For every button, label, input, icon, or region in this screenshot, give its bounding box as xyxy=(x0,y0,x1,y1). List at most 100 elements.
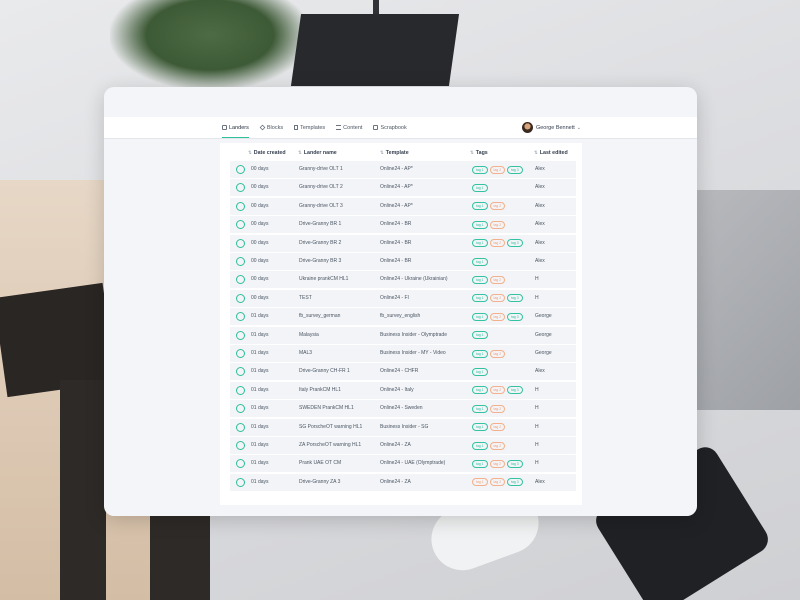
lander-name[interactable]: ZA PorscheOT warning HL1 xyxy=(299,437,361,454)
status-circle-icon[interactable] xyxy=(236,183,245,193)
tag-badge[interactable]: tag 1 xyxy=(472,220,488,229)
tag-badge[interactable]: tag 3 xyxy=(507,239,523,248)
tag-badge[interactable]: tag 3 xyxy=(507,312,523,321)
table-row[interactable]: 00 days Drive-Granny BR 2 Online24 - BR Ale… xyxy=(230,234,576,252)
status-circle-icon[interactable] xyxy=(236,422,245,432)
status-circle-icon[interactable] xyxy=(236,312,245,322)
table-row[interactable]: 00 days Ukraine prankCM HL1 Online24 - Ukr… xyxy=(230,271,576,289)
table-row[interactable]: 01 days SG PorscheOT warning HL1 Business … xyxy=(230,418,576,436)
tag-badge[interactable]: tag 1 xyxy=(472,183,488,192)
tag-badge[interactable]: tag 3 xyxy=(507,165,523,174)
tag-badge[interactable]: tag 2 xyxy=(489,312,506,321)
tag-badge[interactable]: tag 3 xyxy=(507,386,523,395)
table-row[interactable]: 00 days Drive-Granny BR 1 Online24 - BR Ale… xyxy=(230,216,576,234)
lander-name[interactable]: SWEDEN PrankCM HL1 xyxy=(299,400,354,417)
user-menu[interactable]: George Bennett ⌄ xyxy=(521,117,581,138)
status-circle-icon[interactable] xyxy=(236,349,245,358)
lander-name[interactable]: MAL3 xyxy=(299,345,312,362)
tag-badge[interactable]: tag 2 xyxy=(489,202,506,211)
tag-badge[interactable]: tag 2 xyxy=(489,478,506,487)
lander-name[interactable]: Malaysia xyxy=(299,327,319,344)
status-circle-icon[interactable] xyxy=(236,367,245,377)
tag-badge[interactable]: tag 1 xyxy=(472,165,488,174)
tag-badge[interactable]: tag 1 xyxy=(472,294,488,303)
lander-name[interactable]: Granny-drive OLT 3 xyxy=(299,198,343,215)
tag-badge[interactable]: tag 1 xyxy=(472,478,488,487)
table-row[interactable]: 00 days Granny-drive OLT 2 Online24 - AP* A… xyxy=(230,179,576,197)
status-circle-icon[interactable] xyxy=(236,257,245,266)
tag-badge[interactable]: tag 1 xyxy=(472,275,488,284)
tag-badge[interactable]: tag 2 xyxy=(489,404,506,413)
status-circle-icon[interactable] xyxy=(236,385,245,395)
tag-badge[interactable]: tag 2 xyxy=(489,239,506,248)
tag-badge[interactable]: tag 2 xyxy=(489,294,506,303)
column-last-edited[interactable]: ⇅ Last edited xyxy=(534,150,568,156)
lander-name[interactable]: Drive-Granny ZA 3 xyxy=(299,474,340,491)
column-template[interactable]: ⇅ Template xyxy=(380,150,409,156)
tag-badge[interactable]: tag 3 xyxy=(507,294,523,303)
tag-badge[interactable]: tag 3 xyxy=(507,478,523,487)
status-circle-icon[interactable] xyxy=(236,165,245,174)
tag-badge[interactable]: tag 1 xyxy=(472,404,488,413)
tag-badge[interactable]: tag 2 xyxy=(489,349,506,358)
tag-badge[interactable]: tag 1 xyxy=(472,423,488,432)
status-circle-icon[interactable] xyxy=(236,275,245,285)
lander-name[interactable]: SG PorscheOT warning HL1 xyxy=(299,419,362,436)
table-row[interactable]: 01 days Drive-Granny ZA 3 Online24 - ZA Ale… xyxy=(230,473,576,491)
lander-name[interactable]: TEST xyxy=(299,290,312,307)
tab-content[interactable]: Content xyxy=(336,117,362,138)
tag-badge[interactable]: tag 1 xyxy=(472,331,488,340)
table-row[interactable]: 01 days Drive-Granny CH-FR 1 Online24 - CH… xyxy=(230,363,576,381)
tag-badge[interactable]: tag 1 xyxy=(472,239,488,248)
tab-scrapbook[interactable]: Scrapbook xyxy=(373,117,407,138)
lander-name[interactable]: Ukraine prankCM HL1 xyxy=(299,271,348,288)
tag-badge[interactable]: tag 1 xyxy=(472,202,488,211)
status-circle-icon[interactable] xyxy=(236,220,245,230)
tag-badge[interactable]: tag 3 xyxy=(507,459,523,468)
tag-badge[interactable]: tag 1 xyxy=(472,367,488,376)
lander-name[interactable]: Italy PrankCM HL1 xyxy=(299,382,341,399)
tag-badge[interactable]: tag 2 xyxy=(489,441,506,450)
lander-name[interactable]: Drive-Granny BR 2 xyxy=(299,235,341,252)
tag-badge[interactable]: tag 2 xyxy=(489,386,506,395)
table-row[interactable]: 01 days Prank UAE OT CM Online24 - UAE (Ol… xyxy=(230,455,576,473)
tab-landers[interactable]: Landers xyxy=(222,117,249,138)
lander-name[interactable]: Drive-Granny CH-FR 1 xyxy=(299,363,350,380)
column-tags[interactable]: ⇅ Tags xyxy=(470,150,488,156)
lander-name[interactable]: Granny-drive OLT 1 xyxy=(299,161,343,178)
status-circle-icon[interactable] xyxy=(236,477,245,487)
tag-badge[interactable]: tag 2 xyxy=(489,423,506,432)
table-row[interactable]: 01 days SWEDEN PrankCM HL1 Online24 - Swed… xyxy=(230,400,576,418)
tag-badge[interactable]: tag 1 xyxy=(472,386,488,395)
lander-name[interactable]: Prank UAE OT CM xyxy=(299,455,341,472)
table-row[interactable]: 01 days fb_survey_german fb_survey_english… xyxy=(230,308,576,326)
tag-badge[interactable]: tag 1 xyxy=(472,459,488,468)
column-date-created[interactable]: ⇅ Date created xyxy=(248,150,286,156)
tag-badge[interactable]: tag 1 xyxy=(472,312,488,321)
lander-name[interactable]: fb_survey_german xyxy=(299,308,340,325)
table-row[interactable]: 01 days MAL3 Business Insider - MY - Video… xyxy=(230,345,576,362)
status-circle-icon[interactable] xyxy=(236,459,245,469)
lander-name[interactable]: Drive-Granny BR 1 xyxy=(299,216,341,233)
table-row[interactable]: 00 days TEST Online24 - FI Htag 1 tag 2 tag 3 xyxy=(230,289,576,307)
table-row[interactable]: 00 days Drive-Granny BR 3 Online24 - BR Ale… xyxy=(230,253,576,270)
tag-badge[interactable]: tag 2 xyxy=(489,165,506,174)
status-circle-icon[interactable] xyxy=(236,404,245,414)
table-row[interactable]: 00 days Granny-drive OLT 1 Online24 - AP* A… xyxy=(230,161,576,178)
status-circle-icon[interactable] xyxy=(236,330,245,340)
status-circle-icon[interactable] xyxy=(236,441,245,450)
status-circle-icon[interactable] xyxy=(236,201,245,211)
column-lander-name[interactable]: ⇅ Lander name xyxy=(298,150,337,156)
tag-badge[interactable]: tag 2 xyxy=(489,275,506,284)
table-row[interactable]: 01 days Italy PrankCM HL1 Online24 - Italy… xyxy=(230,381,576,399)
tag-badge[interactable]: tag 1 xyxy=(472,349,488,358)
status-circle-icon[interactable] xyxy=(236,238,245,248)
tag-badge[interactable]: tag 1 xyxy=(472,441,488,450)
tag-badge[interactable]: tag 2 xyxy=(489,459,506,468)
status-circle-icon[interactable] xyxy=(236,293,245,303)
table-row[interactable]: 01 days Malaysia Business Insider - Olympt… xyxy=(230,326,576,344)
tab-blocks[interactable]: Blocks xyxy=(259,117,283,138)
tag-badge[interactable]: tag 2 xyxy=(489,220,506,229)
table-row[interactable]: 00 days Granny-drive OLT 3 Online24 - AP* A… xyxy=(230,197,576,215)
lander-name[interactable]: Drive-Granny BR 3 xyxy=(299,253,341,270)
